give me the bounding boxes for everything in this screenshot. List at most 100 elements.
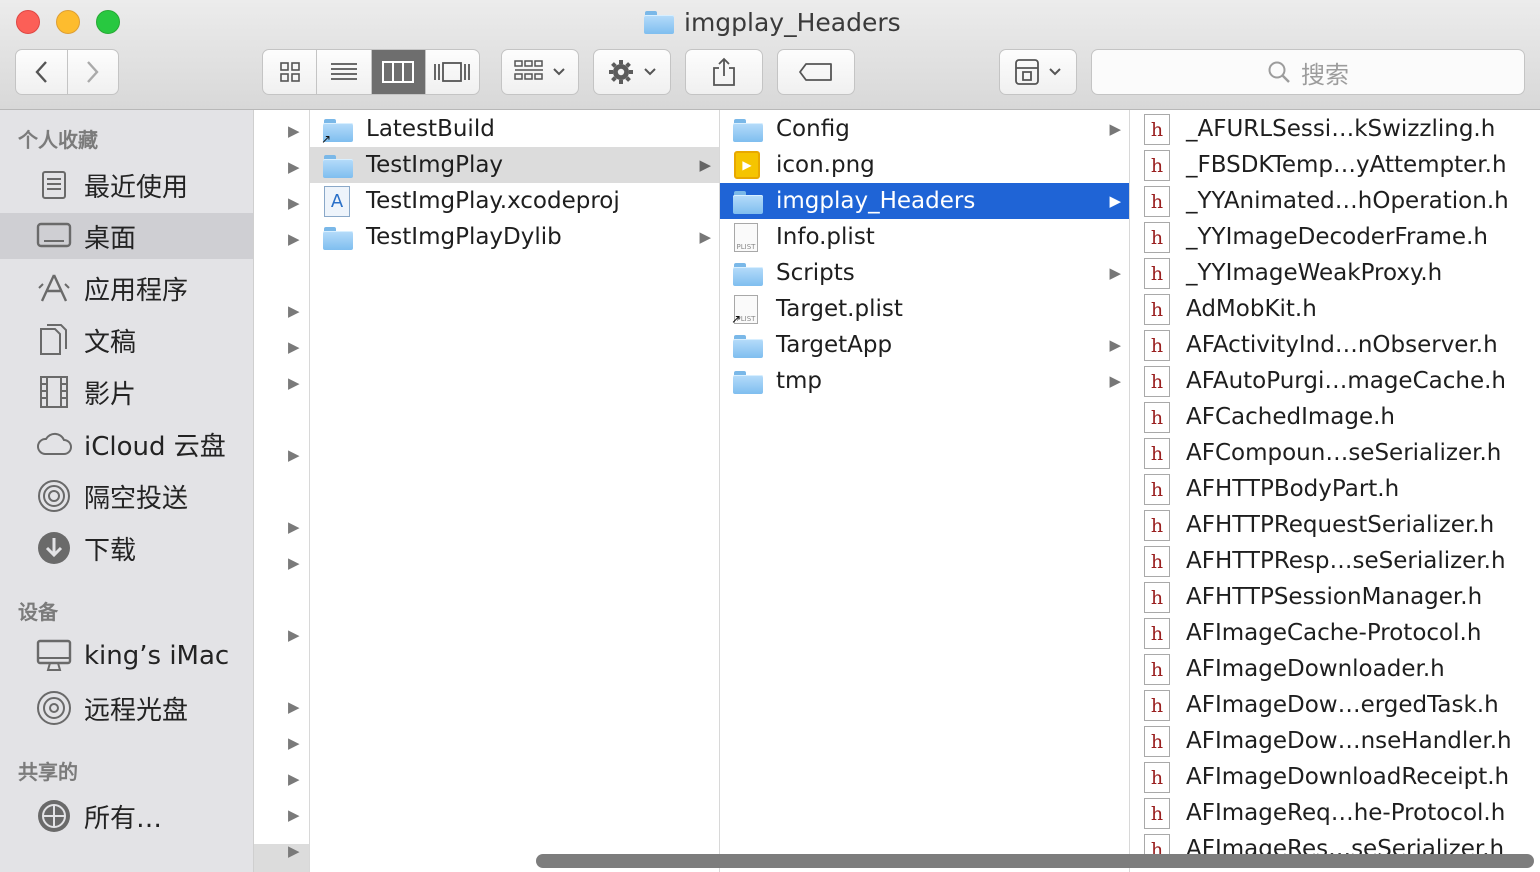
file-name: AFHTTPSessionManager.h [1186,584,1483,610]
sidebar-item-documents[interactable]: 文稿 [0,317,253,363]
file-row[interactable]: TestImgPlay ▶ [310,147,719,183]
file-row[interactable]: h AFCachedImage.h [1130,399,1540,435]
sidebar-item-movies[interactable]: 影片 [0,369,253,415]
sidebar-header-shared: 共享的 [18,760,78,784]
header-file-icon: h [1144,762,1170,793]
header-file-icon: h [1144,510,1170,541]
file-row[interactable]: h AFCompoun…seSerializer.h [1130,435,1540,471]
sidebar-item-label: 下载 [84,535,137,566]
column-testimgplay-parent[interactable]: ↗ LatestBuild TestImgPlay ▶ A TestImgPla… [310,110,720,872]
file-name: AFImageDow…nseHandler.h [1186,728,1512,754]
file-name: Info.plist [776,224,875,250]
arrange-button[interactable] [501,49,579,95]
disclosure-triangle-icon[interactable]: ▶ [288,833,308,869]
share-icon [713,57,735,86]
coverflow-view-button[interactable] [426,50,479,94]
file-row[interactable]: h AFAutoPurgi…mageCache.h [1130,363,1540,399]
back-button[interactable] [16,50,68,94]
file-row[interactable]: h _YYImageWeakProxy.h [1130,255,1540,291]
columns-icon [382,61,415,83]
file-row[interactable]: h AdMobKit.h [1130,291,1540,327]
file-row[interactable]: h _YYAnimated…hOperation.h [1130,183,1540,219]
search-field[interactable]: 搜索 [1091,49,1525,95]
file-row[interactable]: ▶ icon.png [720,147,1129,183]
sidebar-header-devices: 设备 [18,600,58,624]
file-row[interactable]: tmp ▶ [720,363,1129,399]
disclosure-triangle-icon[interactable]: ▶ [288,185,308,221]
header-file-icon: h [1144,654,1170,685]
file-row[interactable]: h _AFURLSessi…kSwizzling.h [1130,111,1540,147]
file-row[interactable]: h AFImageDow…ergedTask.h [1130,687,1540,723]
disclosure-triangle-icon[interactable]: ▶ [288,689,308,725]
disclosure-triangle-icon[interactable]: ▶ [288,365,308,401]
file-row[interactable]: h AFImageDow…nseHandler.h [1130,723,1540,759]
disclosure-triangle-icon[interactable]: ▶ [288,617,308,653]
file-name: _FBSDKTemp…yAttempter.h [1186,152,1507,178]
file-row[interactable]: TargetApp ▶ [720,327,1129,363]
file-row[interactable]: h _FBSDKTemp…yAttempter.h [1130,147,1540,183]
sidebar-item-label: 应用程序 [84,275,189,306]
disclosure-triangle-icon[interactable]: ▶ [288,113,308,149]
file-row[interactable]: Scripts ▶ [720,255,1129,291]
file-row[interactable]: imgplay_Headers ▶ [720,183,1129,219]
tags-button[interactable] [777,49,855,95]
disclosure-triangle-icon[interactable]: ▶ [288,437,308,473]
file-name: TestImgPlay [366,152,504,178]
share-button[interactable] [685,49,763,95]
disclosure-triangle-icon[interactable]: ▶ [288,797,308,833]
chevron-down-icon [644,68,656,76]
folder-icon [733,191,763,214]
file-row[interactable]: PLIST Info.plist [720,219,1129,255]
header-file-icon: h [1144,186,1170,217]
sidebar-item-recents[interactable]: 最近使用 [0,162,253,208]
minimize-button[interactable] [56,10,80,34]
file-row[interactable]: A TestImgPlay.xcodeproj [310,183,719,219]
file-row[interactable]: ↗ LatestBuild [310,111,719,147]
sidebar-item-downloads[interactable]: 下载 [0,525,253,571]
file-row[interactable]: h AFHTTPResp…seSerializer.h [1130,543,1540,579]
sidebar-item-applications[interactable]: 应用程序 [0,265,253,311]
movies-icon [35,373,73,411]
sidebar-item-network[interactable]: 所有… [0,793,253,839]
file-row[interactable]: h AFImageDownloader.h [1130,651,1540,687]
action-button[interactable] [593,49,671,95]
file-row[interactable]: h AFImageDownloadReceipt.h [1130,759,1540,795]
icon-view-button[interactable] [263,50,318,94]
zoom-button[interactable] [96,10,120,34]
disclosure-triangle-icon[interactable]: ▶ [288,509,308,545]
sidebar-item-imac[interactable]: king’s iMac [0,633,253,679]
file-row[interactable]: PLIST ↗ Target.plist [720,291,1129,327]
disclosure-triangle-icon[interactable]: ▶ [288,761,308,797]
file-row[interactable]: Config ▶ [720,111,1129,147]
sidebar-item-airdrop[interactable]: 隔空投送 [0,473,253,519]
forward-button[interactable] [68,50,119,94]
column-imgplay-headers[interactable]: h _AFURLSessi…kSwizzling.h h _FBSDKTemp…yA… [1130,110,1540,872]
disclosure-triangle-icon[interactable]: ▶ [288,329,308,365]
sidebar-item-label: king’s iMac [84,641,230,671]
sidebar-item-remote-disc[interactable]: 远程光盘 [0,685,253,731]
file-name: _YYImageDecoderFrame.h [1186,224,1488,250]
file-row[interactable]: TestImgPlayDylib ▶ [310,219,719,255]
file-row[interactable]: h _YYImageDecoderFrame.h [1130,219,1540,255]
file-row[interactable]: h AFHTTPRequestSerializer.h [1130,507,1540,543]
title-bar: imgplay_Headers 搜索 [0,0,1540,110]
sidebar-item-icloud[interactable]: iCloud 云盘 [0,421,253,467]
horizontal-scrollbar[interactable] [536,854,1534,868]
file-row[interactable]: h AFActivityInd…nObserver.h [1130,327,1540,363]
disclosure-triangle-icon[interactable]: ▶ [288,725,308,761]
file-row[interactable]: h AFImageCache-Protocol.h [1130,615,1540,651]
disclosure-triangle-icon[interactable]: ▶ [288,293,308,329]
list-view-button[interactable] [317,50,372,94]
sidebar-item-desktop[interactable]: 桌面 [0,213,253,259]
file-row[interactable]: h AFHTTPSessionManager.h [1130,579,1540,615]
file-row[interactable]: h AFHTTPBodyPart.h [1130,471,1540,507]
dropbox-button[interactable] [999,49,1077,95]
column-testimgplay[interactable]: Config ▶ ▶ icon.png imgplay_Headers ▶ PL… [720,110,1130,872]
disclosure-triangle-icon[interactable]: ▶ [288,545,308,581]
view-mode-control [262,49,480,95]
column-view-button[interactable] [371,50,426,94]
close-button[interactable] [16,10,40,34]
disclosure-triangle-icon[interactable]: ▶ [288,221,308,257]
disclosure-triangle-icon[interactable]: ▶ [288,149,308,185]
file-row[interactable]: h AFImageReq…he-Protocol.h [1130,795,1540,831]
